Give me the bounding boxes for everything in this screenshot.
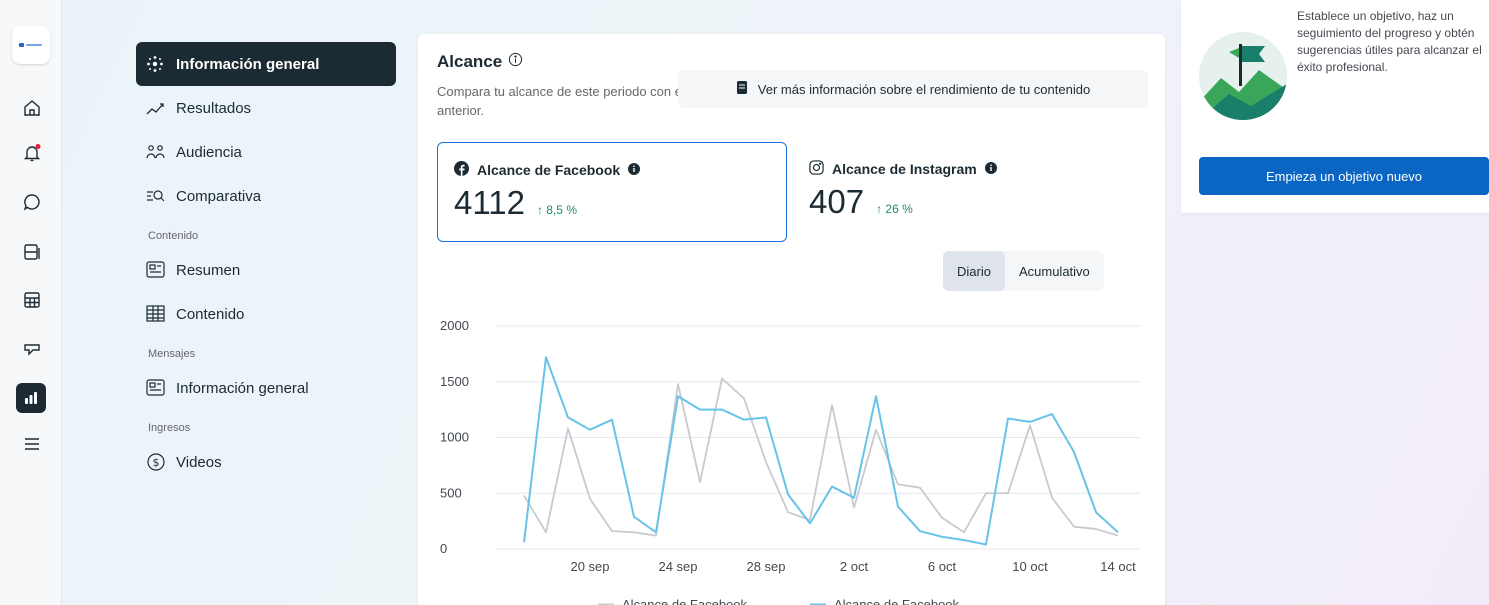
- nav-item-label: Comparativa: [176, 187, 262, 205]
- section-messages-heading: Mensajes: [148, 348, 196, 360]
- start-goal-button[interactable]: Empieza un objetivo nuevo: [1199, 157, 1489, 195]
- legend-label: Alcance de Facebook: [834, 597, 960, 605]
- info-filled-icon[interactable]: [628, 162, 641, 178]
- nav-item-videos[interactable]: $ Videos: [136, 440, 396, 484]
- x-tick-label: 14 oct: [1100, 559, 1136, 574]
- benchmark-icon: [146, 188, 176, 204]
- y-tick-label: 1000: [440, 430, 469, 445]
- reach-line-chart: 0 500 1000 1500 2000 20 sep 24 sep 28 sep 2 oct 6…: [440, 318, 1140, 605]
- nav-item-summary[interactable]: Resumen: [136, 248, 396, 292]
- x-tick-label: 28 sep: [746, 559, 785, 574]
- more-info-label: Ver más información sobre el rendimiento…: [757, 81, 1091, 97]
- reach-title: Alcance: [437, 52, 523, 72]
- goal-text: Establece un objetivo, haz un seguimient…: [1297, 9, 1482, 74]
- nav-item-label: Resultados: [176, 99, 252, 117]
- info-filled-icon[interactable]: [984, 161, 997, 177]
- nav-item-audience[interactable]: Audiencia: [136, 130, 396, 174]
- goal-flag-icon: [1199, 32, 1287, 120]
- facebook-reach-metric[interactable]: Alcance de Facebook 4112 ↑ 8,5 %: [437, 142, 787, 242]
- section-content-heading: Contenido: [148, 230, 199, 242]
- insights-nav: Información general Resultados Audiencia…: [136, 42, 396, 484]
- megaphone-icon[interactable]: [20, 336, 44, 360]
- legend-label: Alcance de Facebook: [622, 597, 748, 605]
- x-tick-label: 20 sep: [570, 559, 609, 574]
- facebook-reach-change: ↑ 8,5 %: [536, 203, 577, 217]
- x-tick-label: 2 oct: [840, 559, 869, 574]
- goal-panel: Establece un objetivo, haz un seguimient…: [1181, 0, 1489, 213]
- reach-title-text: Alcance: [437, 52, 503, 71]
- instagram-reach-metric[interactable]: Alcance de Instagram 407 ↑ 26 %: [793, 142, 1143, 242]
- facebook-reach-value: 4112: [454, 184, 525, 221]
- x-tick-label: 6 oct: [928, 559, 957, 574]
- nav-item-messages-overview[interactable]: Información general: [136, 366, 396, 410]
- trend-icon: [146, 100, 176, 116]
- nav-item-label: Resumen: [176, 261, 241, 279]
- sparkle-icon: [146, 55, 176, 73]
- y-tick-label: 2000: [440, 318, 469, 333]
- nav-item-benchmark[interactable]: Comparativa: [136, 174, 396, 218]
- y-tick-label: 500: [440, 485, 462, 500]
- nav-item-label: Contenido: [176, 305, 245, 323]
- dollar-icon: $: [146, 452, 176, 472]
- table-icon[interactable]: [20, 288, 44, 312]
- business-logo-icon[interactable]: [12, 26, 50, 64]
- menu-icon[interactable]: [20, 432, 44, 456]
- grid-icon: [146, 305, 176, 323]
- x-tick-label: 24 sep: [658, 559, 697, 574]
- facebook-icon: [454, 161, 469, 179]
- nav-item-content[interactable]: Contenido: [136, 292, 396, 336]
- y-tick-label: 1500: [440, 374, 469, 389]
- nav-item-label: Información general: [176, 379, 309, 397]
- info-icon[interactable]: [508, 52, 523, 72]
- more-info-button[interactable]: Ver más información sobre el rendimiento…: [678, 70, 1148, 108]
- summary-icon: [146, 261, 176, 279]
- nav-item-label: Audiencia: [176, 143, 242, 161]
- x-tick-label: 10 oct: [1012, 559, 1048, 574]
- left-rail: [0, 0, 62, 605]
- bell-icon[interactable]: [20, 141, 44, 165]
- insights-icon[interactable]: [16, 383, 46, 413]
- nav-item-label: Información general: [176, 55, 320, 73]
- messages-overview-icon: [146, 379, 176, 397]
- y-tick-label: 0: [440, 541, 447, 556]
- series-line: [523, 356, 1119, 546]
- posts-icon[interactable]: [20, 240, 44, 264]
- instagram-reach-label: Alcance de Instagram: [832, 161, 977, 177]
- toggle-cumulative[interactable]: Acumulativo: [1005, 251, 1104, 291]
- reach-card: Alcance Compara tu alcance de este perio…: [418, 34, 1165, 605]
- section-income-heading: Ingresos: [148, 422, 191, 434]
- document-icon: [736, 81, 748, 97]
- instagram-reach-change: ↑ 26 %: [876, 202, 913, 216]
- instagram-reach-value: 407: [809, 183, 865, 220]
- series-line: [523, 377, 1119, 537]
- nav-item-results[interactable]: Resultados: [136, 86, 396, 130]
- reach-description: Compara tu alcance de este periodo con e…: [437, 84, 685, 118]
- audience-icon: [146, 144, 176, 160]
- svg-text:$: $: [153, 456, 160, 469]
- nav-item-label: Videos: [176, 453, 222, 471]
- chat-icon[interactable]: [20, 190, 44, 214]
- view-toggle: Diario Acumulativo: [943, 251, 1104, 291]
- home-icon[interactable]: [20, 96, 44, 120]
- facebook-reach-label: Alcance de Facebook: [477, 162, 621, 178]
- instagram-icon: [809, 160, 824, 178]
- nav-item-overview[interactable]: Información general: [136, 42, 396, 86]
- toggle-daily[interactable]: Diario: [943, 251, 1005, 291]
